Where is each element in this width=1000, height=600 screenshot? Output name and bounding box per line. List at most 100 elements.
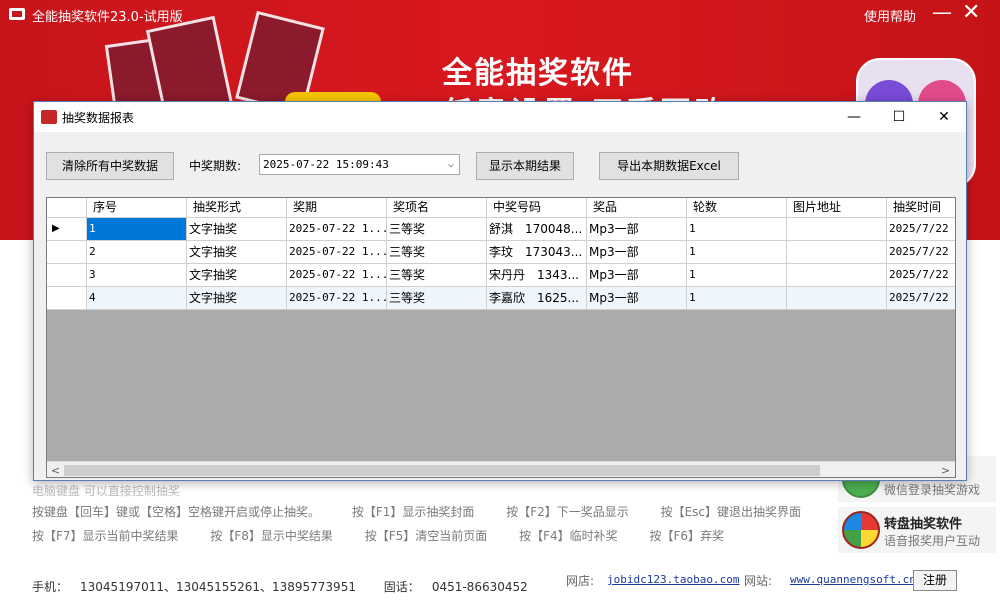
table-cell[interactable]: 文字抽奖 [187, 264, 287, 287]
minimize-button[interactable]: — [932, 0, 952, 24]
table-cell[interactable]: 三等奖 [387, 218, 487, 241]
site-link[interactable]: www.quannengsoft.cn [790, 573, 916, 586]
dialog-close-button[interactable]: ✕ [924, 105, 964, 129]
column-header[interactable]: 轮数 [687, 198, 787, 218]
column-header[interactable]: 抽奖形式 [187, 198, 287, 218]
table-cell[interactable] [787, 264, 887, 287]
current-row-marker-icon[interactable]: ▶ [47, 218, 87, 241]
table-cell[interactable]: 舒淇 170048... [487, 218, 587, 241]
table-cell[interactable]: Mp3一部 [587, 264, 687, 287]
table-cell[interactable]: Mp3一部 [587, 218, 687, 241]
table-cell[interactable]: 2025/7/22 1 [887, 218, 955, 241]
hint-row-1: 按键盘【回车】键或【空格】空格键开启或停止抽奖。 按【F1】显示抽奖封面 按【F… [32, 503, 829, 520]
table-cell[interactable]: 2025-07-22 1... [287, 218, 387, 241]
column-header[interactable]: 奖期 [287, 198, 387, 218]
hint-hidden: 电脑键盘 可以直接控制抽奖 [32, 484, 180, 498]
table-cell[interactable]: 李玟 173043... [487, 241, 587, 264]
dialog-maximize-button[interactable]: ☐ [879, 105, 919, 129]
table-cell[interactable]: 1 [87, 218, 187, 241]
dialog-titlebar: 抽奖数据报表 — ☐ ✕ [34, 102, 966, 132]
show-results-button[interactable]: 显示本期结果 [476, 152, 574, 180]
row-header[interactable] [47, 264, 87, 287]
shop-label: 网店: [566, 574, 595, 588]
hint-text: 按【F1】显示抽奖封面 [351, 505, 475, 519]
hint-text: 按【F8】显示中奖结果 [210, 529, 333, 543]
period-select[interactable]: 2025-07-22 15:09:43 ⌵ [259, 154, 460, 175]
hint-text: 按【F2】下一奖品显示 [506, 505, 629, 519]
column-header[interactable]: 序号 [87, 198, 187, 218]
table-cell[interactable]: 李嘉欣 1625... [487, 287, 587, 310]
row-header[interactable] [47, 287, 87, 310]
column-header[interactable]: 奖项名 [387, 198, 487, 218]
table-cell[interactable] [787, 218, 887, 241]
shop-link[interactable]: jobidc123.taobao.com [607, 573, 739, 586]
table-cell[interactable]: 文字抽奖 [187, 241, 287, 264]
table-row[interactable]: 3 文字抽奖 2025-07-22 1... 三等奖 宋丹丹 1343... M… [47, 264, 955, 287]
results-grid[interactable]: 序号 抽奖形式 奖期 奖项名 中奖号码 奖品 轮数 图片地址 抽奖时间 ▶ 1 … [46, 197, 956, 478]
promo-sub: 微信登录抽奖游戏 [884, 483, 981, 497]
table-cell[interactable]: Mp3一部 [587, 287, 687, 310]
table-cell[interactable]: 2025/7/22 1 [887, 264, 955, 287]
hint-row-2: 按【F7】显示当前中奖结果 按【F8】显示中奖结果 按【F5】清空当前页面 按【… [32, 527, 752, 544]
table-cell[interactable]: 1 [687, 241, 787, 264]
table-cell[interactable]: 1 [687, 218, 787, 241]
table-cell[interactable]: 2 [87, 241, 187, 264]
wheel-icon [842, 511, 880, 549]
tel-label: 固话： [383, 580, 420, 594]
dialog-title: 抽奖数据报表 [62, 111, 135, 125]
table-cell[interactable]: 2025/7/22 1 [887, 287, 955, 310]
scroll-left-icon[interactable]: < [47, 462, 64, 477]
table-cell[interactable]: Mp3一部 [587, 241, 687, 264]
table-cell[interactable]: 2025-07-22 1... [287, 264, 387, 287]
table-cell[interactable]: 2025/7/22 1 [887, 241, 955, 264]
app-title: 全能抽奖软件23.0-试用版 [32, 10, 183, 25]
tel-number: 0451-86630452 [431, 580, 528, 594]
phone-label: 手机： [32, 580, 69, 594]
phone-numbers: 13045197011、13045155261、13895773951 [80, 580, 356, 594]
table-cell[interactable] [787, 241, 887, 264]
column-header[interactable]: 中奖号码 [487, 198, 587, 218]
table-row[interactable]: ▶ 1 文字抽奖 2025-07-22 1... 三等奖 舒淇 170048..… [47, 218, 955, 241]
table-row[interactable]: 2 文字抽奖 2025-07-22 1... 三等奖 李玟 173043... … [47, 241, 955, 264]
table-cell[interactable]: 4 [87, 287, 187, 310]
table-cell[interactable]: 文字抽奖 [187, 218, 287, 241]
table-cell[interactable]: 2025-07-22 1... [287, 287, 387, 310]
report-dialog: 抽奖数据报表 — ☐ ✕ 清除所有中奖数据 中奖期数: 2025-07-22 1… [33, 101, 967, 481]
table-cell[interactable]: 2025-07-22 1... [287, 241, 387, 264]
table-cell[interactable]: 1 [687, 287, 787, 310]
help-link[interactable]: 使用帮助 [864, 6, 916, 25]
app-logo-icon [8, 5, 26, 23]
table-row[interactable]: 4 文字抽奖 2025-07-22 1... 三等奖 李嘉欣 1625... M… [47, 287, 955, 310]
period-label: 中奖期数: [189, 159, 242, 173]
table-cell[interactable]: 3 [87, 264, 187, 287]
column-header[interactable]: 奖品 [587, 198, 687, 218]
close-button[interactable]: ✕ [962, 0, 980, 25]
promo-title: 转盘抽奖软件 [884, 517, 963, 532]
contact-info: 手机： 13045197011、13045155261、13895773951 固… [32, 578, 552, 595]
scroll-right-icon[interactable]: > [937, 462, 954, 477]
horizontal-scrollbar[interactable]: < > [47, 461, 955, 477]
register-button[interactable]: 注册 [913, 570, 957, 591]
table-cell[interactable]: 文字抽奖 [187, 287, 287, 310]
report-icon [41, 110, 57, 124]
dialog-minimize-button[interactable]: — [834, 105, 874, 129]
clear-all-button[interactable]: 清除所有中奖数据 [46, 152, 174, 180]
hint-text: 按【F5】清空当前页面 [364, 529, 488, 543]
hint-text: 按【F6】弃奖 [649, 529, 725, 543]
promo-sub: 语音报奖用户互动 [884, 534, 981, 548]
table-cell[interactable]: 1 [687, 264, 787, 287]
promo-wheel[interactable]: 转盘抽奖软件 语音报奖用户互动 [838, 507, 996, 553]
table-cell[interactable]: 三等奖 [387, 287, 487, 310]
period-value: 2025-07-22 15:09:43 [263, 158, 389, 171]
scrollbar-thumb[interactable] [64, 465, 820, 476]
table-cell[interactable] [787, 287, 887, 310]
row-header[interactable] [47, 241, 87, 264]
table-cell[interactable]: 三等奖 [387, 264, 487, 287]
table-cell[interactable]: 三等奖 [387, 241, 487, 264]
chevron-down-icon: ⌵ [447, 159, 454, 170]
table-cell[interactable]: 宋丹丹 1343... [487, 264, 587, 287]
column-header[interactable]: 抽奖时间 [887, 198, 955, 218]
grid-header: 序号 抽奖形式 奖期 奖项名 中奖号码 奖品 轮数 图片地址 抽奖时间 [47, 198, 955, 218]
export-excel-button[interactable]: 导出本期数据Excel [599, 152, 739, 180]
column-header[interactable]: 图片地址 [787, 198, 887, 218]
